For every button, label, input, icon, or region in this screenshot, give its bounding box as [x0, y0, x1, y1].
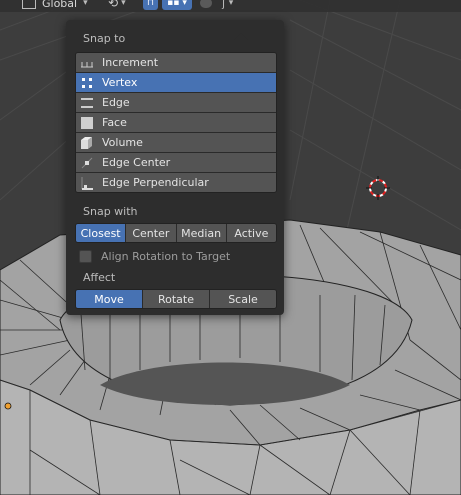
snap-with-active-button[interactable]: Active	[225, 224, 276, 242]
vertex-icon: ▪▪	[167, 0, 180, 8]
align-rotation-checkbox[interactable]	[79, 250, 92, 263]
edge-icon	[80, 96, 94, 110]
viewport-header: Global ▾ ⟲ ▾ ⊓ ▪▪ ▾ ʃ ▾	[0, 0, 461, 12]
snap-to-title: Snap to	[83, 32, 126, 45]
orientation-label: Global	[42, 0, 78, 10]
snap-with-median-button[interactable]: Median	[175, 224, 226, 242]
face-icon	[80, 116, 94, 130]
3d-cursor-icon	[366, 176, 390, 200]
snap-to-item-label: Vertex	[102, 76, 138, 89]
popover-pointer	[234, 33, 248, 40]
snap-to-dropdown[interactable]: ▪▪ ▾	[162, 0, 192, 10]
falloff-curve-icon: ʃ	[222, 0, 226, 10]
chevron-down-icon: ▾	[182, 0, 187, 8]
snap-to-item-face[interactable]: Face	[76, 112, 276, 132]
snap-with-title: Snap with	[83, 205, 138, 218]
snap-to-item-increment[interactable]: Increment	[76, 53, 276, 72]
snap-to-item-label: Face	[102, 116, 127, 129]
affect-selector: Move Rotate Scale	[75, 289, 277, 309]
chevron-down-icon: ▾	[228, 0, 234, 8]
snap-to-item-edge-perpendicular[interactable]: Edge Perpendicular	[76, 172, 276, 192]
edge-center-icon	[80, 156, 94, 170]
snap-to-item-volume[interactable]: Volume	[76, 132, 276, 152]
snap-with-selector: Closest Center Median Active	[75, 223, 277, 243]
increment-icon	[80, 56, 94, 70]
affect-move-button[interactable]: Move	[76, 290, 142, 308]
proportional-edit-toggle[interactable]	[200, 0, 212, 10]
proportional-edit-icon	[200, 0, 212, 8]
pivot-dropdown[interactable]: ⟲ ▾	[108, 0, 126, 10]
orientation-icon	[22, 0, 36, 9]
affect-rotate-button[interactable]: Rotate	[142, 290, 209, 308]
snap-to-item-label: Edge	[102, 96, 130, 109]
snap-to-item-label: Edge Perpendicular	[102, 176, 209, 189]
chevron-down-icon: ▾	[83, 0, 88, 8]
snap-to-item-label: Increment	[102, 56, 159, 69]
chevron-down-icon: ▾	[121, 0, 126, 8]
align-rotation-row[interactable]: Align Rotation to Target	[79, 250, 230, 263]
pivot-icon: ⟲	[108, 0, 119, 10]
affect-title: Affect	[83, 271, 116, 284]
magnet-icon: ⊓	[146, 0, 155, 8]
vertex-icon	[80, 76, 94, 90]
snap-to-list: Increment Vertex Edge Face Volume Edge C…	[75, 52, 277, 193]
object-origin-icon	[4, 402, 12, 410]
align-rotation-label: Align Rotation to Target	[101, 250, 231, 263]
edge-perpendicular-icon	[80, 176, 94, 190]
orientation-dropdown[interactable]: Global ▾	[22, 0, 88, 10]
snapping-popover: Snap to Increment Vertex Edge Face Volum…	[66, 20, 284, 315]
snap-with-center-button[interactable]: Center	[125, 224, 176, 242]
snap-with-closest-button[interactable]: Closest	[76, 224, 126, 242]
snap-to-item-label: Edge Center	[102, 156, 171, 169]
snap-to-item-edge-center[interactable]: Edge Center	[76, 152, 276, 172]
affect-scale-button[interactable]: Scale	[209, 290, 276, 308]
volume-icon	[80, 136, 94, 150]
snap-toggle-button[interactable]: ⊓	[143, 0, 158, 10]
falloff-dropdown[interactable]: ʃ ▾	[222, 0, 233, 10]
snap-to-item-vertex[interactable]: Vertex	[76, 72, 276, 92]
snap-to-item-edge[interactable]: Edge	[76, 92, 276, 112]
snap-to-item-label: Volume	[102, 136, 143, 149]
